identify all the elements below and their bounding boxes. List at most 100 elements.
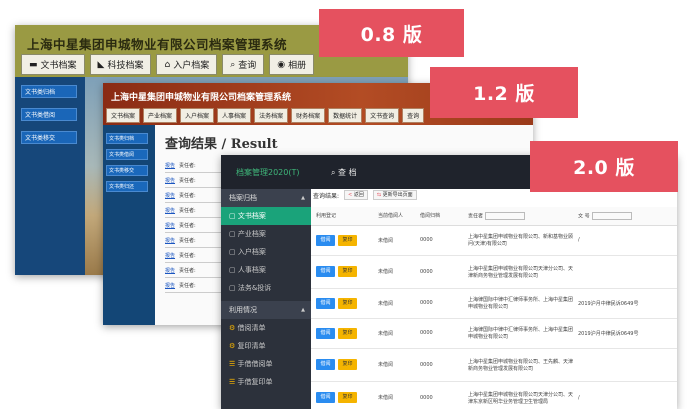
v08-nav-label: 入户档案: [173, 61, 210, 71]
v20-side-item[interactable]: ▢ 产业档案: [221, 225, 311, 243]
row-label: 责任者:: [179, 192, 196, 199]
v08-nav-album[interactable]: ◉ 相册: [269, 54, 315, 75]
v12-nav-item[interactable]: 入户档案: [180, 108, 215, 123]
table-row: 借阅 复印 未借阅 0000 上海中星集团申城物业有限公司、王先麟、天津新商务物业管理发…: [311, 348, 677, 382]
v08-side-item[interactable]: 文书类移交: [21, 131, 77, 144]
borrow-button[interactable]: 借阅: [316, 327, 335, 339]
borrow-button[interactable]: 借阅: [316, 297, 335, 309]
v12-nav-item[interactable]: 文书档案: [106, 108, 141, 123]
v20-side-item[interactable]: ⚙ 复印清单: [221, 337, 311, 355]
cell-count: 0000: [415, 381, 463, 409]
v20-side-item-active[interactable]: ▢ 文书档案: [221, 207, 311, 225]
table-row: 报告 责任者:: [165, 233, 225, 248]
row-label: 责任者:: [179, 237, 196, 244]
v12-nav-item[interactable]: 文书查询: [365, 108, 400, 123]
cell-responsible: 上海律国际中律中汇律师事务所、上海中星集团申城物业有限公司: [463, 288, 573, 319]
row-label: 责任者:: [179, 222, 196, 229]
list-icon: ☰: [229, 360, 238, 368]
v20-side-item[interactable]: ☰ 手借复印单: [221, 373, 311, 391]
cell-count: 0000: [415, 318, 463, 349]
v20-query-link[interactable]: ⌕ 查 档: [331, 167, 357, 178]
v20-query-label: 查 档: [338, 168, 357, 177]
row-actions: 借阅 复印: [311, 255, 373, 289]
v20-side-section[interactable]: 档案归档 ▲: [221, 189, 311, 207]
row-link[interactable]: 报告: [165, 267, 175, 274]
filter-input[interactable]: [591, 211, 632, 220]
v20-side-section[interactable]: 利用情况 ▲: [221, 301, 311, 319]
v12-nav-item[interactable]: 人事档案: [217, 108, 252, 123]
v20-back-button[interactable]: < 返回: [344, 190, 368, 200]
v20-item-label: 法务&投诉: [237, 284, 272, 292]
v08-nav-wenshu[interactable]: ▬ 文书档案: [21, 54, 85, 75]
v20-export-button[interactable]: ⇆ 更新导出页面: [372, 190, 417, 200]
v08-side-item[interactable]: 文书类借阅: [21, 108, 77, 121]
borrow-button[interactable]: 借阅: [316, 359, 335, 370]
v12-nav-item[interactable]: 法务档案: [254, 108, 289, 123]
list-icon: ☰: [229, 378, 238, 386]
v20-side-item[interactable]: ▢ 法务&投诉: [221, 279, 311, 297]
v20-item-label: 文书档案: [237, 212, 266, 220]
v12-nav-item[interactable]: 查询: [402, 108, 425, 123]
document-icon: ▢: [229, 248, 238, 256]
v20-side-item[interactable]: ▢ 入户档案: [221, 243, 311, 261]
table-row: 借阅 复印 未借阅 0000 上海律国际中律中汇律师事务所、上海中星集团申城物业有限公司…: [311, 288, 677, 319]
v20-section-label: 利用情况: [229, 306, 257, 314]
borrow-button[interactable]: 借阅: [316, 234, 335, 246]
v20-table-body: 借阅 复印 未借阅 0000 上海中星集团申城物业有限公司、新和基物业顾问(天津)有限公…: [311, 225, 677, 409]
v20-side-item[interactable]: ☰ 手借借阅单: [221, 355, 311, 373]
v08-nav: ▬ 文书档案 ◣ 科技档案 ⌂ 入户档案 ⌕ 查询 ◉ 相册: [21, 54, 315, 75]
row-link[interactable]: 报告: [165, 162, 175, 169]
cell-doc-no: [573, 255, 677, 289]
row-link[interactable]: 报告: [165, 177, 175, 184]
v08-nav-label: 科技档案: [107, 61, 144, 71]
v20-side-item[interactable]: ⚙ 借阅清单: [221, 319, 311, 337]
cell-responsible: 上海中星集团申城物业有限公司天津分公司、天津东京新区明华业务管理卫生管理局: [463, 381, 573, 409]
v12-side-item[interactable]: 文书类归档: [106, 133, 148, 144]
cell-doc-no: 2019沪月中律民诉0649号: [573, 318, 677, 349]
v20-item-label: 借阅清单: [237, 324, 266, 332]
copy-button[interactable]: 复印: [338, 392, 357, 403]
copy-button[interactable]: 复印: [338, 266, 357, 277]
v12-result-title: 查询结果 / Result: [165, 137, 278, 152]
copy-button[interactable]: 复印: [338, 327, 357, 339]
v12-nav-item[interactable]: 财务档案: [291, 108, 326, 123]
borrow-button[interactable]: 借阅: [316, 392, 335, 403]
v08-nav-keji[interactable]: ◣ 科技档案: [89, 54, 152, 75]
copy-button[interactable]: 复印: [338, 297, 357, 309]
v12-sidebar: 文书类归档 文书类借阅 文书类移交 文书类归还: [103, 125, 155, 325]
cell-doc-no: 2019沪月中律民诉0649号: [573, 288, 677, 319]
row-link[interactable]: 报告: [165, 222, 175, 229]
v08-nav-ruhu[interactable]: ⌂ 入户档案: [156, 54, 218, 75]
table-row: 报告 责任者:: [165, 203, 225, 218]
v20-item-label: 产业档案: [237, 230, 266, 238]
v08-nav-query[interactable]: ⌕ 查询: [222, 54, 265, 75]
table-row: 报告 责任者:: [165, 173, 225, 188]
cell-doc-no: [573, 348, 677, 382]
row-link[interactable]: 报告: [165, 252, 175, 259]
v20-section-label: 档案归档: [229, 194, 257, 202]
row-label: 责任者:: [179, 282, 196, 289]
copy-button[interactable]: 复印: [338, 234, 357, 246]
row-link[interactable]: 报告: [165, 207, 175, 214]
v12-nav-item[interactable]: 产业档案: [143, 108, 178, 123]
v12-side-item[interactable]: 文书类归还: [106, 181, 148, 192]
filter-input[interactable]: [485, 211, 526, 220]
row-link[interactable]: 报告: [165, 237, 175, 244]
v12-side-item[interactable]: 文书类移交: [106, 165, 148, 176]
cell-borrower: 未借阅: [373, 255, 415, 289]
gear-icon: ⚙: [229, 324, 238, 332]
v12-side-item[interactable]: 文书类借阅: [106, 149, 148, 160]
v12-nav-item[interactable]: 数据统计: [328, 108, 363, 123]
v20-logo[interactable]: 档案管理2020(T): [236, 167, 300, 178]
row-actions: 借阅 复印: [311, 225, 373, 256]
copy-button[interactable]: 复印: [338, 359, 357, 370]
cell-count: 0000: [415, 288, 463, 319]
v20-side-item[interactable]: ▢ 人事档案: [221, 261, 311, 279]
v08-side-item[interactable]: 文书类归档: [21, 85, 77, 98]
table-row: 借阅 复印 未借阅 0000 上海中星集团申城物业有限公司天津分公司、天津新商务物业管理…: [311, 255, 677, 289]
borrow-button[interactable]: 借阅: [316, 266, 335, 277]
row-link[interactable]: 报告: [165, 282, 175, 289]
cell-count: 0000: [415, 348, 463, 382]
v20-item-label: 人事档案: [237, 266, 266, 274]
row-link[interactable]: 报告: [165, 192, 175, 199]
